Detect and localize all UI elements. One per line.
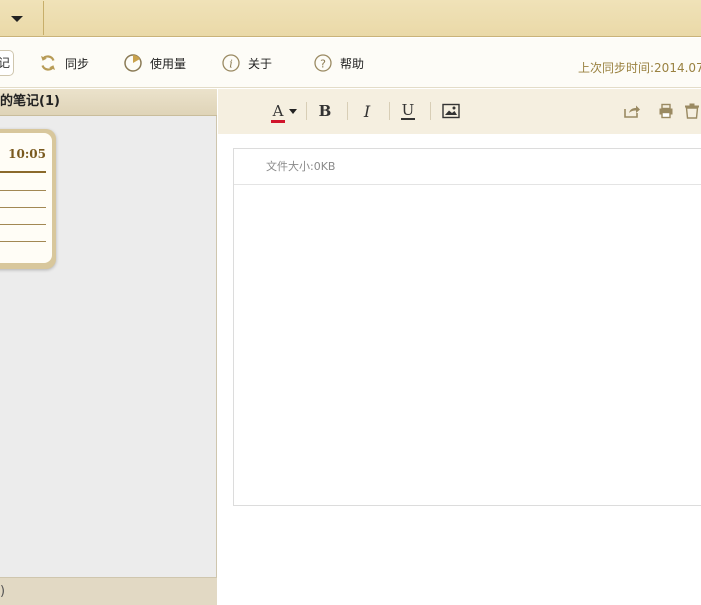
sync-button[interactable]: 同步 xyxy=(38,52,89,74)
title-bar xyxy=(0,0,701,37)
notes-list-panel: 的笔记(1) 10:05 ) xyxy=(0,89,217,605)
notes-list-header: 的笔记(1) xyxy=(0,89,217,116)
note-rule xyxy=(0,224,46,225)
share-button[interactable] xyxy=(618,98,646,124)
sync-label: 同步 xyxy=(65,56,90,71)
font-color-button[interactable]: A xyxy=(268,98,302,124)
usage-button[interactable]: 使用量 xyxy=(123,52,186,74)
main-toolbar: 记 同步 使用量 i 关于 ? 帮助 上次同步时间:2014.07. xyxy=(0,38,701,88)
note-body-editor[interactable] xyxy=(234,186,701,505)
caret-down-icon xyxy=(11,16,23,22)
note-rule xyxy=(0,171,46,173)
sync-icon xyxy=(41,55,55,71)
print-icon xyxy=(659,103,673,119)
bold-icon: B xyxy=(318,102,332,120)
note-time: 10:05 xyxy=(8,147,46,161)
svg-text:i: i xyxy=(229,58,233,71)
pie-usage-icon xyxy=(124,54,142,72)
font-color-icon: A xyxy=(270,101,285,123)
font-color-swatch xyxy=(270,119,285,123)
insert-image-button[interactable] xyxy=(437,98,465,124)
note-rule xyxy=(0,241,46,242)
italic-button[interactable]: I xyxy=(353,98,381,124)
info-icon: i xyxy=(222,54,240,72)
underline-icon: U xyxy=(400,100,416,120)
about-label: 关于 xyxy=(248,56,273,71)
menu-dropdown-button[interactable] xyxy=(0,1,44,35)
about-button[interactable]: i 关于 xyxy=(221,52,272,74)
divider xyxy=(389,102,390,120)
delete-icon xyxy=(685,103,699,119)
note-paper: 10:05 xyxy=(0,133,52,263)
notes-list-footer: ) xyxy=(0,577,217,605)
delete-button[interactable] xyxy=(684,98,701,124)
help-label: 帮助 xyxy=(340,56,365,71)
divider xyxy=(306,102,307,120)
underline-button[interactable]: U xyxy=(394,98,422,124)
share-icon xyxy=(624,105,640,118)
note-card[interactable]: 10:05 xyxy=(0,129,56,269)
italic-icon: I xyxy=(363,101,371,121)
chevron-down-icon xyxy=(289,108,298,114)
print-button[interactable] xyxy=(652,98,680,124)
last-sync-time: 上次同步时间:2014.07. xyxy=(578,61,701,75)
note-rule xyxy=(0,207,46,208)
divider xyxy=(430,102,431,120)
font-color-label: A xyxy=(272,101,284,120)
svg-text:?: ? xyxy=(320,58,326,71)
new-note-button[interactable]: 记 xyxy=(0,50,14,76)
divider xyxy=(347,102,348,120)
note-editor: 文件大小:0KB xyxy=(233,148,701,506)
image-icon xyxy=(442,103,460,119)
help-button[interactable]: ? 帮助 xyxy=(313,52,364,74)
bold-button[interactable]: B xyxy=(311,98,339,124)
file-size-label: 文件大小:0KB xyxy=(234,149,701,185)
help-icon: ? xyxy=(314,54,332,72)
usage-label: 使用量 xyxy=(150,56,187,71)
note-rule xyxy=(0,190,46,191)
editor-toolbar: A B I U xyxy=(218,89,701,134)
